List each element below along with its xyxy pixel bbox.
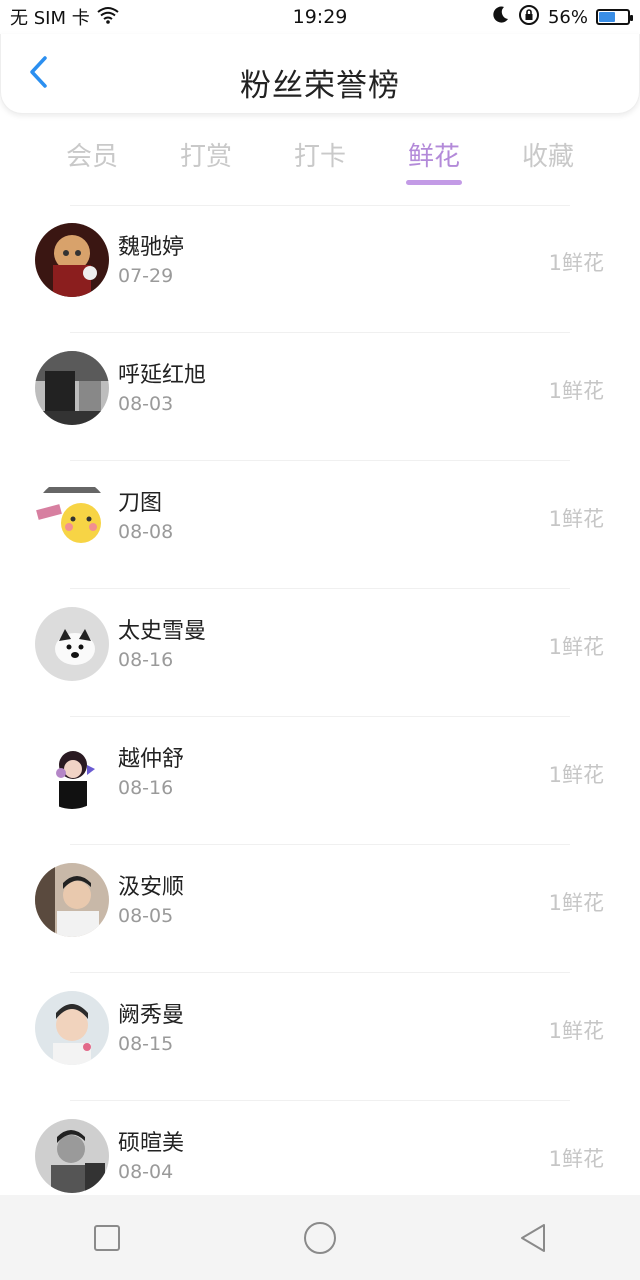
avatar xyxy=(35,607,109,681)
battery-icon xyxy=(596,9,633,25)
flower-count: 1鲜花 xyxy=(548,251,604,275)
fan-name: 魏驰婷 xyxy=(118,235,185,260)
active-tab-indicator xyxy=(406,180,462,185)
tab-flower[interactable]: 鲜花 xyxy=(394,136,474,173)
square-icon xyxy=(93,1224,120,1251)
flower-count: 1鲜花 xyxy=(548,1147,604,1171)
back-nav-button[interactable] xyxy=(503,1208,563,1268)
fan-date: 08-05 xyxy=(118,905,174,927)
avatar xyxy=(35,863,109,937)
list-item[interactable]: 越仲舒 08-16 1鲜花 xyxy=(0,717,640,845)
flower-count: 1鲜花 xyxy=(548,891,604,915)
fan-date: 08-16 xyxy=(118,777,174,799)
battery-percent: 56% xyxy=(547,6,588,28)
avatar xyxy=(35,1119,109,1193)
list-item[interactable]: 阙秀曼 08-15 1鲜花 xyxy=(0,973,640,1101)
fan-date: 08-04 xyxy=(118,1161,174,1183)
fan-date: 07-29 xyxy=(118,265,174,287)
flower-count: 1鲜花 xyxy=(548,635,604,659)
system-nav-bar xyxy=(0,1195,640,1280)
flower-count: 1鲜花 xyxy=(548,1019,604,1043)
tab-member[interactable]: 会员 xyxy=(52,136,132,173)
fan-date: 08-16 xyxy=(118,649,174,671)
rotation-lock-icon xyxy=(518,4,540,31)
flower-count: 1鲜花 xyxy=(548,507,604,531)
fan-name: 硕暄美 xyxy=(118,1131,185,1156)
avatar xyxy=(35,479,109,553)
tab-reward[interactable]: 打赏 xyxy=(166,136,246,173)
clock: 19:29 xyxy=(292,6,348,28)
tab-favorite[interactable]: 收藏 xyxy=(508,136,588,173)
status-bar: 无 SIM 卡 19:29 56% xyxy=(0,0,640,34)
battery-level xyxy=(599,12,615,22)
header-bar: 粉丝荣誉榜 xyxy=(0,34,640,114)
page-title: 粉丝荣誉榜 xyxy=(240,68,400,104)
flower-count: 1鲜花 xyxy=(548,763,604,787)
wifi-icon xyxy=(96,6,120,29)
status-right: 56% xyxy=(490,4,633,31)
home-button[interactable] xyxy=(290,1208,350,1268)
triangle-back-icon xyxy=(521,1223,546,1252)
tab-bar: 会员 打赏 打卡 鲜花 收藏 xyxy=(0,130,640,188)
fan-date: 08-15 xyxy=(118,1033,174,1055)
fan-name: 阙秀曼 xyxy=(118,1003,185,1028)
moon-icon xyxy=(490,5,510,30)
fan-name: 刀图 xyxy=(118,491,163,516)
fan-name: 呼延红旭 xyxy=(118,363,207,388)
fan-name: 汲安顺 xyxy=(118,875,185,900)
list-item[interactable]: 太史雪曼 08-16 1鲜花 xyxy=(0,589,640,717)
list-item[interactable]: 刀图 08-08 1鲜花 xyxy=(0,461,640,589)
list-item[interactable]: 汲安顺 08-05 1鲜花 xyxy=(0,845,640,973)
avatar xyxy=(35,223,109,297)
tab-checkin[interactable]: 打卡 xyxy=(280,136,360,173)
avatar xyxy=(35,351,109,425)
list-item[interactable]: 魏驰婷 07-29 1鲜花 xyxy=(0,205,640,333)
avatar xyxy=(35,991,109,1065)
avatar xyxy=(35,735,109,809)
fan-name: 太史雪曼 xyxy=(118,619,207,644)
flower-count: 1鲜花 xyxy=(548,379,604,403)
fan-date: 08-08 xyxy=(118,521,174,543)
list-item[interactable]: 呼延红旭 08-03 1鲜花 xyxy=(0,333,640,461)
circle-icon xyxy=(303,1221,336,1254)
status-left: 无 SIM 卡 xyxy=(10,4,120,30)
carrier-label: 无 SIM 卡 xyxy=(10,8,90,29)
fan-name: 越仲舒 xyxy=(118,747,185,772)
recent-apps-button[interactable] xyxy=(77,1208,137,1268)
fan-date: 08-03 xyxy=(118,393,174,415)
